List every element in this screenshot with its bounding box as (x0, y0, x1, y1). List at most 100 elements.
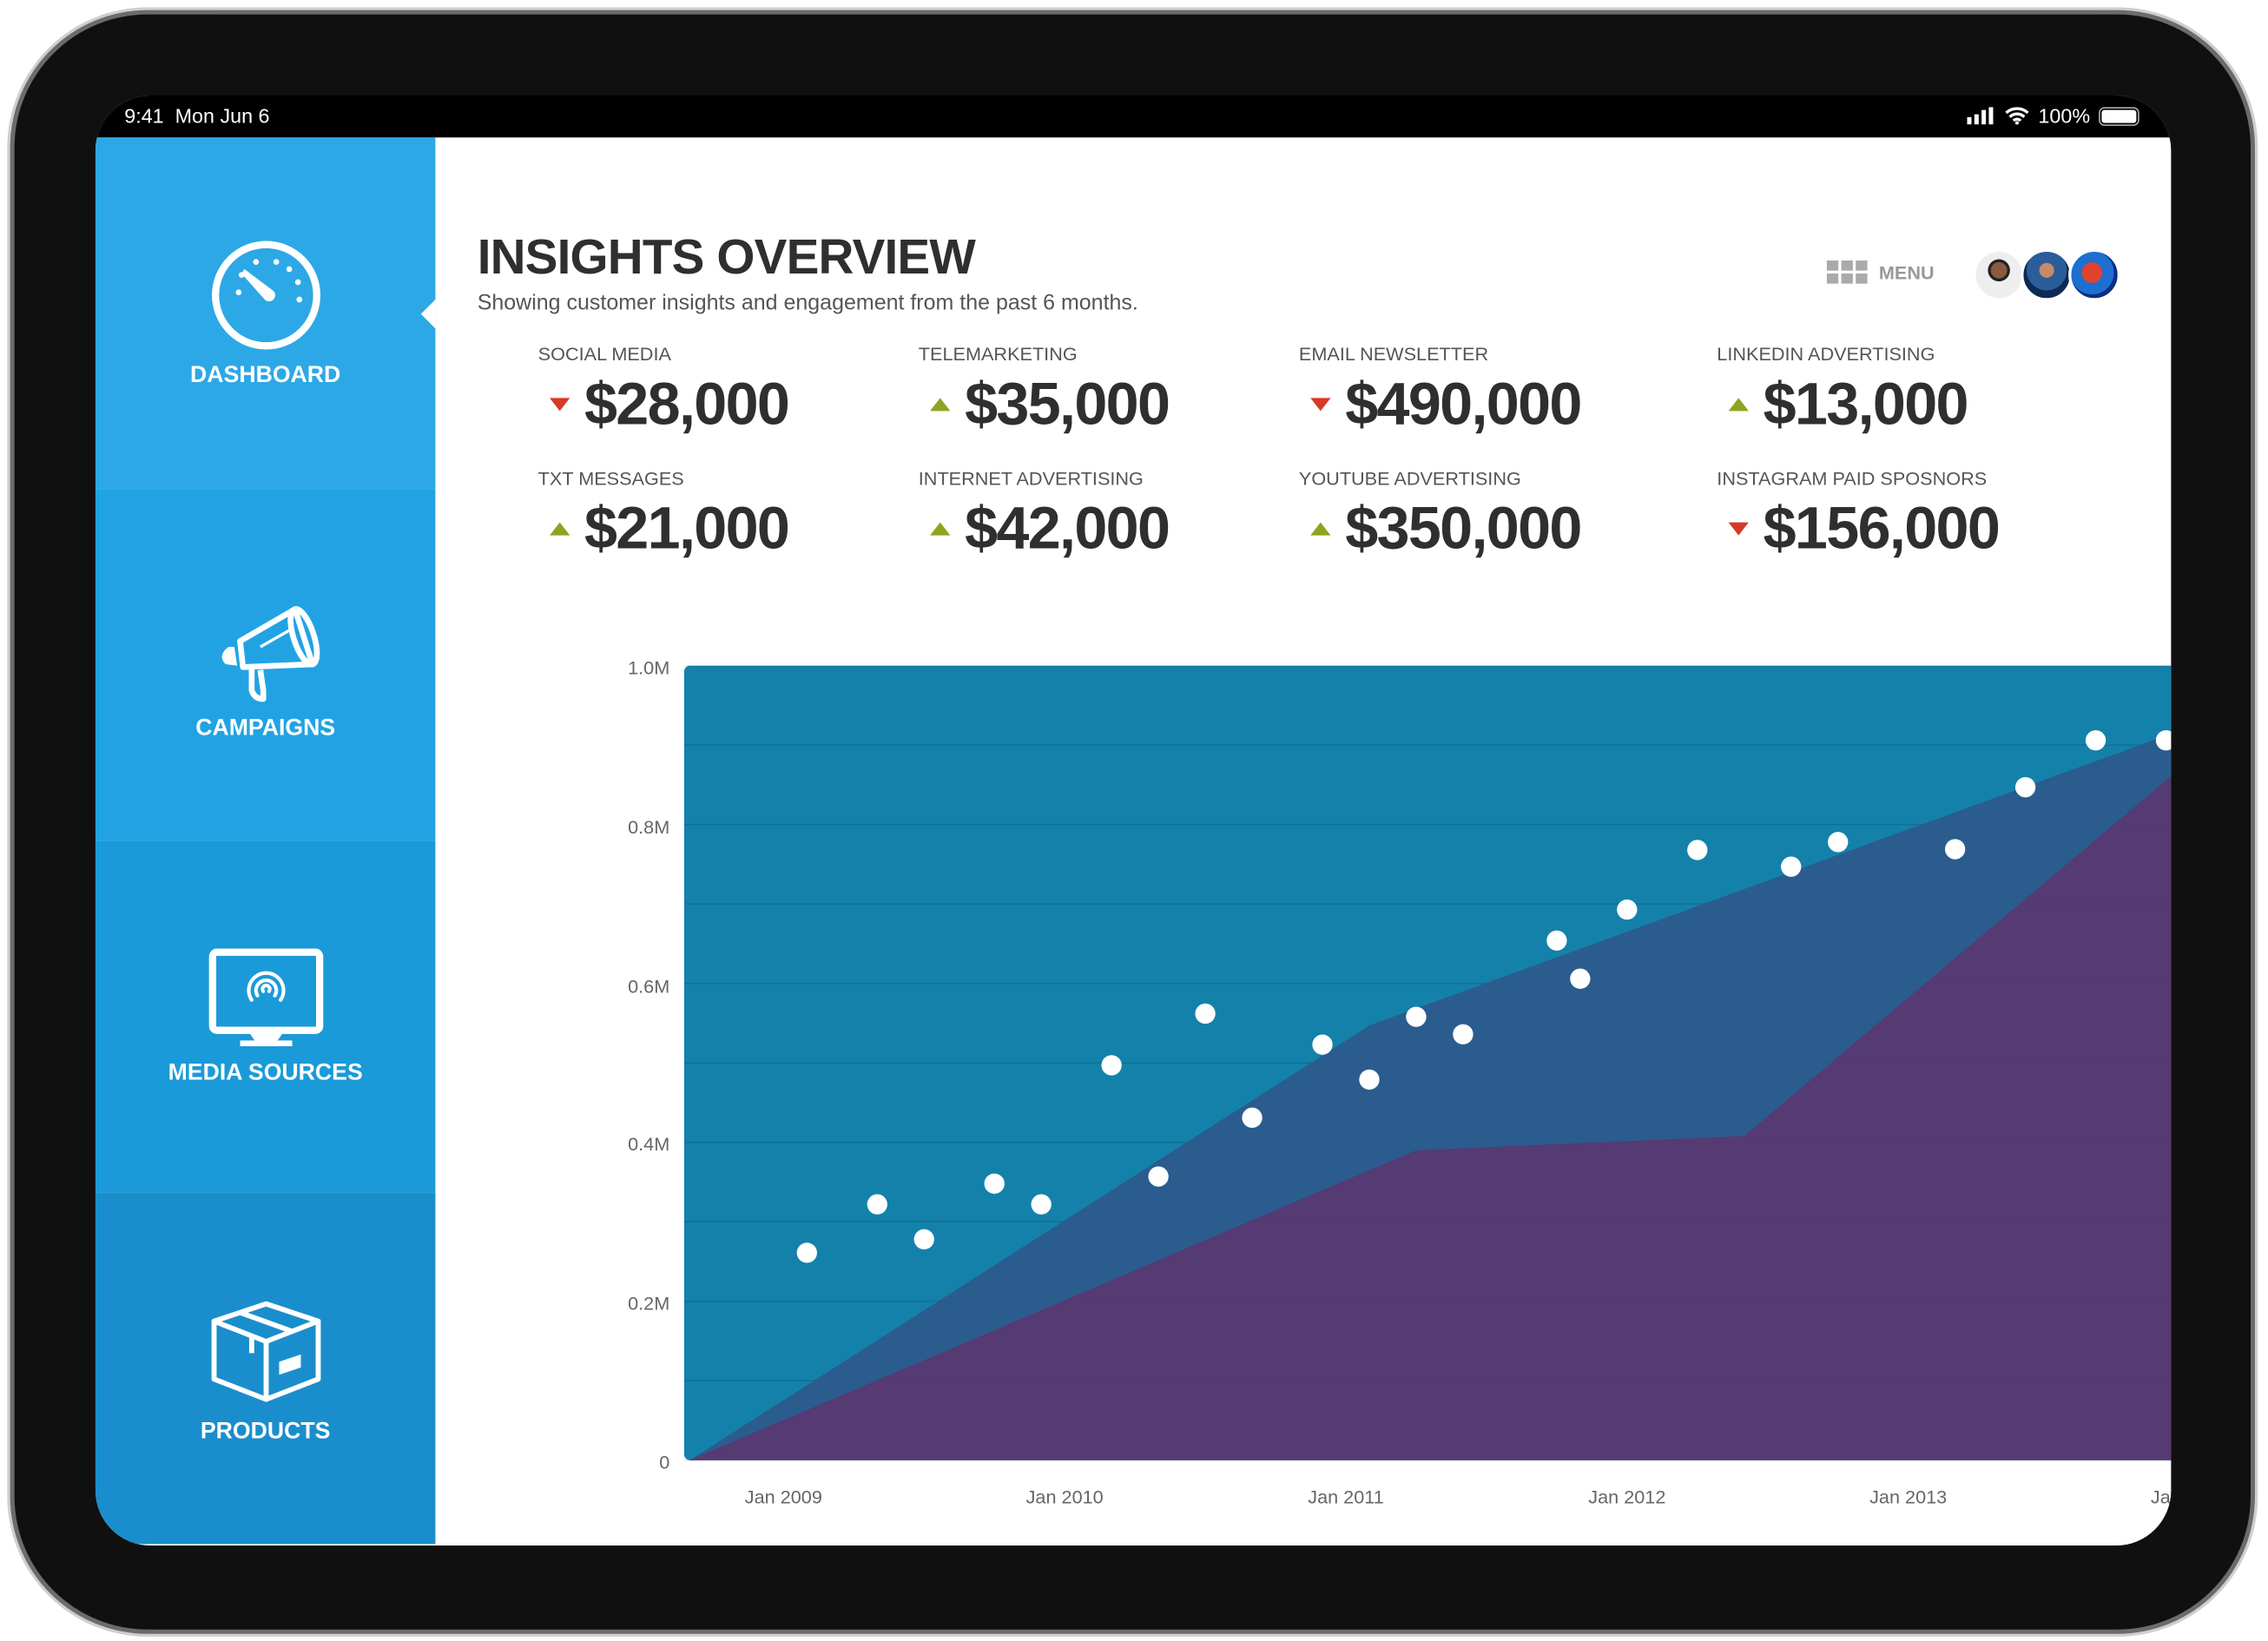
y-tick-label: 0 (659, 1451, 670, 1473)
avatar[interactable] (2068, 248, 2121, 301)
stat-card: EMAIL NEWSLETTER $490,000 (1298, 343, 1583, 438)
data-point (1101, 1055, 1122, 1076)
stat-label: INTERNET ADVERTISING (918, 467, 1144, 490)
x-tick-label: Jan 2014 (2150, 1486, 2171, 1508)
stat-label: TXT MESSAGES (537, 467, 684, 490)
data-point (1570, 968, 1591, 989)
sidebar-item-label: DASHBOARD (190, 362, 341, 387)
avatar[interactable] (2021, 248, 2074, 301)
stat-card: LINKEDIN ADVERTISING $13,000 (1717, 343, 1968, 438)
trend-up-icon (930, 398, 951, 412)
speedometer-icon (211, 240, 320, 349)
x-tick-label: Jan 2010 (1025, 1486, 1104, 1508)
avatar[interactable] (1973, 248, 2026, 301)
data-point (1687, 840, 1708, 860)
status-bar: 9:41 Mon Jun 6 100% (95, 96, 2172, 138)
data-point (1242, 1107, 1263, 1128)
wifi-icon (2005, 107, 2029, 125)
x-tick-label: Jan 2013 (1869, 1486, 1948, 1508)
data-point (1312, 1034, 1333, 1055)
stat-label: EMAIL NEWSLETTER (1298, 343, 1489, 366)
y-tick-label: 0.6M (628, 974, 670, 997)
stat-card: TELEMARKETING $35,000 (919, 343, 1170, 438)
sidebar-item-label: PRODUCTS (200, 1419, 331, 1444)
sidebar-item-label: CAMPAIGNS (195, 715, 336, 741)
y-tick-label: 0.2M (628, 1292, 670, 1315)
data-point (1031, 1194, 1052, 1215)
trend-down-icon (1728, 522, 1749, 536)
stat-card: INTERNET ADVERTISING $42,000 (919, 467, 1170, 563)
date: Mon Jun 6 (175, 104, 270, 128)
user-avatars (1973, 248, 2121, 301)
stat-value: $28,000 (583, 370, 790, 438)
data-point (984, 1173, 1005, 1194)
data-point (1828, 832, 1849, 853)
stat-card: YOUTUBE ADVERTISING $350,000 (1298, 467, 1583, 563)
stat-value: $21,000 (583, 495, 790, 562)
battery-percent: 100% (2038, 104, 2091, 128)
data-point (1781, 856, 1802, 877)
x-tick-label: Jan 2009 (744, 1486, 822, 1508)
time: 9:41 (124, 104, 164, 128)
stat-card: INSTAGRAM PAID SPOSNORS $156,000 (1717, 467, 2001, 563)
trend-down-icon (1310, 398, 1331, 412)
stat-card: SOCIAL MEDIA $28,000 (537, 343, 790, 438)
stat-value: $35,000 (965, 370, 1170, 438)
chart-svg (683, 665, 2172, 1461)
sidebar-item-dashboard[interactable]: DASHBOARD (95, 137, 436, 490)
data-point (1453, 1024, 1474, 1045)
sidebar-item-products[interactable]: PRODUCTS (95, 1192, 436, 1545)
sidebar-item-media-sources[interactable]: MEDIA SOURCES (95, 840, 436, 1193)
menu-label: MENU (1878, 260, 1935, 283)
stat-label: SOCIAL MEDIA (537, 343, 671, 366)
data-point (1148, 1166, 1169, 1187)
y-tick-label: 0.4M (628, 1133, 670, 1156)
monitor-broadcast-icon (208, 947, 323, 1046)
screen: 9:41 Mon Jun 6 100% DASHBOARD CAMPAIGNS … (95, 96, 2172, 1546)
box-icon (210, 1300, 320, 1401)
stat-label: LINKEDIN ADVERTISING (1717, 343, 1935, 366)
y-tick-label: 0.8M (628, 815, 670, 838)
stat-card: TXT MESSAGES $21,000 (537, 467, 790, 563)
signal-icon (1967, 107, 1994, 125)
stat-label: YOUTUBE ADVERTISING (1298, 467, 1521, 490)
stat-value: $13,000 (1763, 370, 1969, 438)
data-point (2014, 777, 2036, 798)
data-point (1546, 930, 1567, 951)
sidebar-item-label: MEDIA SOURCES (168, 1059, 363, 1085)
status-right: 100% (1967, 104, 2139, 128)
page-subtitle: Showing customer insights and engagement… (477, 291, 1138, 316)
trend-up-icon (1310, 522, 1331, 536)
y-tick-label: 1.0M (628, 656, 670, 679)
megaphone-icon (221, 605, 320, 702)
data-point (1359, 1069, 1380, 1091)
stat-label: TELEMARKETING (918, 343, 1078, 366)
page-title: INSIGHTS OVERVIEW (477, 230, 976, 286)
data-point (796, 1242, 817, 1263)
stat-value: $42,000 (965, 495, 1170, 562)
sidebar: DASHBOARD CAMPAIGNS MEDIA SOURCES PRODUC… (95, 137, 436, 1545)
data-point (2085, 730, 2106, 751)
data-point (1406, 1006, 1427, 1027)
sidebar-item-campaigns[interactable]: CAMPAIGNS (95, 489, 436, 841)
trend-down-icon (550, 398, 570, 412)
stat-value: $156,000 (1763, 495, 2001, 562)
stat-value: $350,000 (1345, 495, 1582, 562)
data-point (1617, 899, 1638, 920)
main-content: INSIGHTS OVERVIEW Showing customer insig… (435, 137, 2172, 1545)
menu-button[interactable]: MENU (1826, 260, 1935, 284)
data-point (913, 1229, 934, 1249)
x-tick-label: Jan 2011 (1308, 1486, 1384, 1508)
data-point (1195, 1003, 1216, 1025)
grid-icon (1826, 260, 1868, 284)
data-point (867, 1194, 887, 1215)
battery-icon (2099, 106, 2139, 126)
x-tick-label: Jan 2012 (1588, 1486, 1666, 1508)
active-indicator (420, 299, 436, 328)
data-point (1944, 839, 1966, 860)
stat-value: $490,000 (1345, 370, 1582, 438)
trend-up-icon (1728, 398, 1749, 412)
trend-up-icon (550, 522, 570, 536)
status-time: 9:41 Mon Jun 6 (124, 104, 269, 128)
stat-label: INSTAGRAM PAID SPOSNORS (1717, 467, 1988, 490)
